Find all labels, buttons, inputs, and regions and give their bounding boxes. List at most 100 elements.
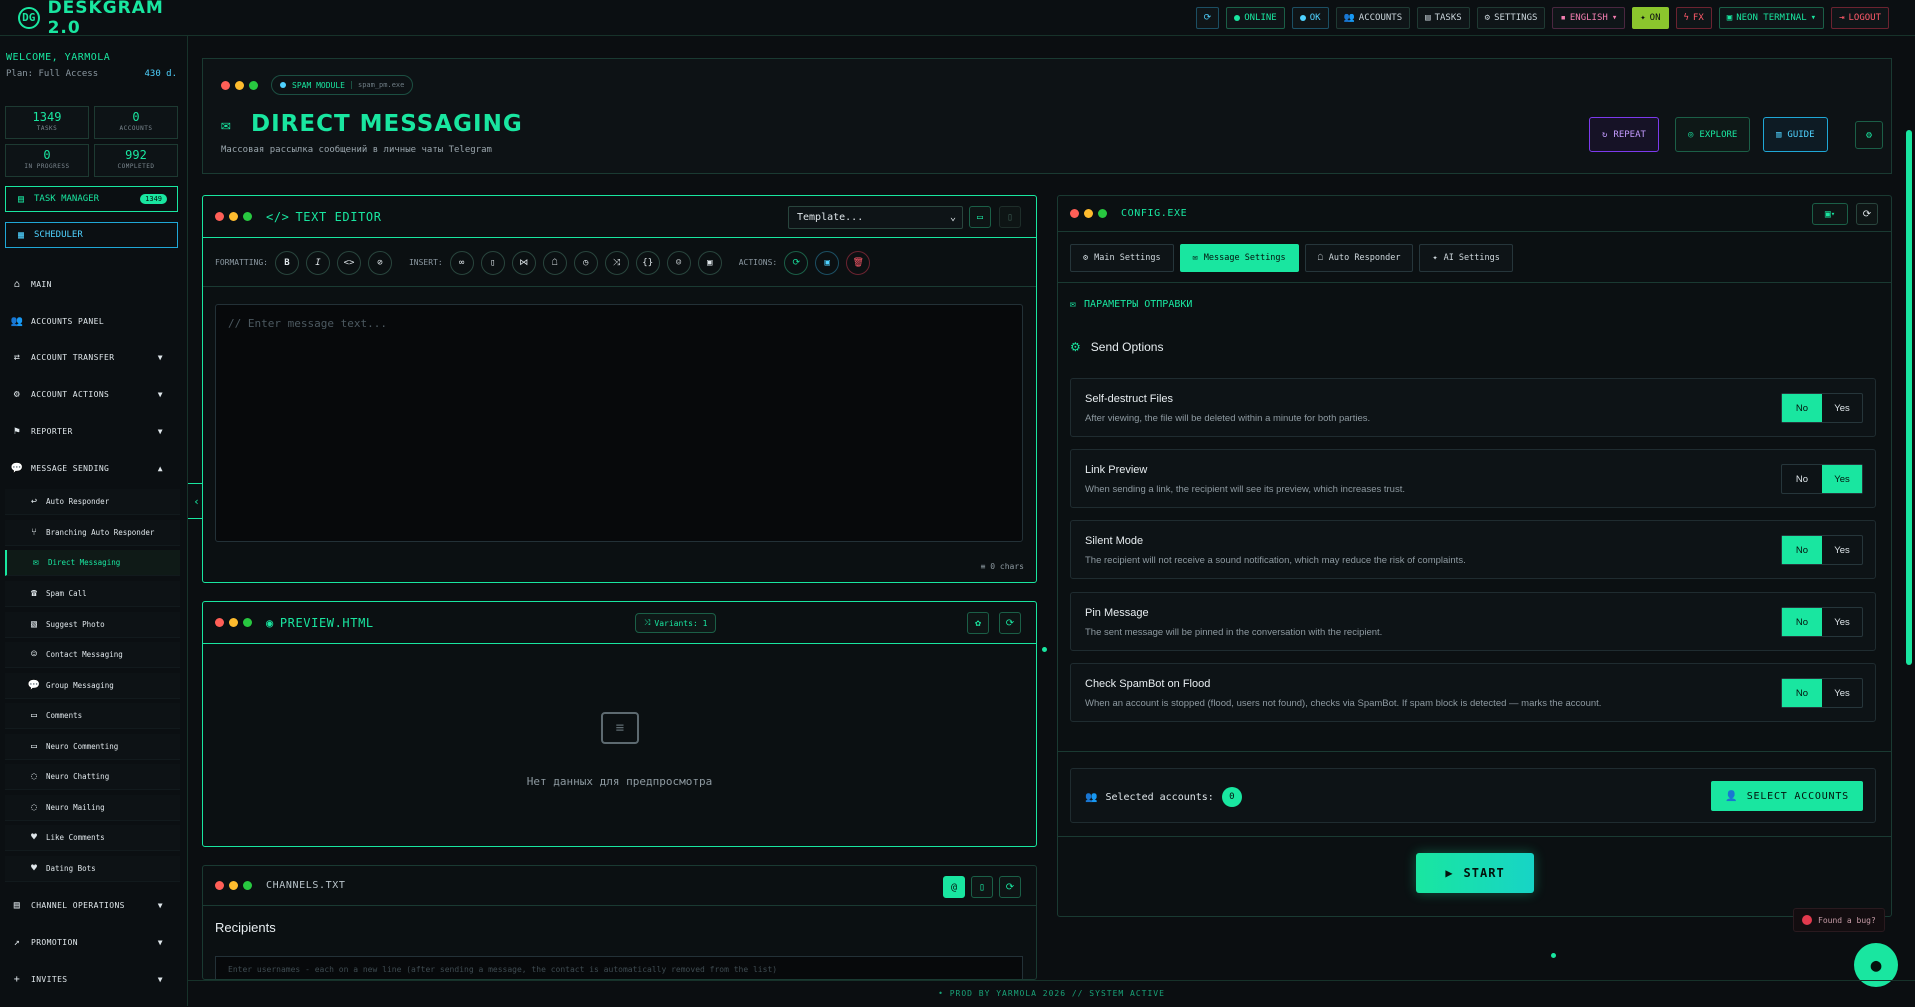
sidebar-item-direct-messaging[interactable]: ✉ Direct Messaging	[5, 550, 180, 576]
insert-file-button[interactable]: ▯	[480, 250, 505, 275]
bold-button[interactable]: B	[274, 250, 299, 275]
channel-action-button[interactable]: @	[943, 876, 965, 898]
tab-main-settings[interactable]: ⚙ Main Settings	[1070, 244, 1174, 272]
config-save-select[interactable]: ▣ ▾	[1812, 203, 1848, 225]
insert-variable-button[interactable]: {}	[635, 250, 660, 275]
nav-invites[interactable]: + INVITES ▼	[0, 965, 187, 993]
tab-ai-settings[interactable]: ✦ AI Settings	[1419, 244, 1513, 272]
sidebar-item-spam-call[interactable]: ☎ Spam Call	[5, 581, 180, 607]
on-toggle[interactable]: ✦ ON	[1632, 7, 1669, 29]
nav-main[interactable]: ⌂ MAIN	[0, 270, 187, 298]
nav-channel-operations[interactable]: ▤ CHANNEL OPERATIONS ▼	[0, 891, 187, 919]
select-accounts-button[interactable]: 👤 SELECT ACCOUNTS	[1711, 781, 1863, 811]
task-manager-button[interactable]: ▤ TASK MANAGER 1349	[5, 186, 178, 212]
sidebar-item-dating-bots[interactable]: ♥ Dating Bots	[5, 856, 180, 882]
guide-button[interactable]: ▥ GUIDE	[1763, 117, 1828, 152]
start-button[interactable]: ▶ START	[1416, 853, 1534, 893]
found-bug-button[interactable]: Found a bug?	[1793, 908, 1885, 932]
module-pill: SPAM MODULE spam_pm.exe	[271, 75, 414, 95]
page-subtitle: Массовая рассылка сообщений в личные чат…	[221, 145, 492, 155]
palette-button[interactable]: ✿	[967, 612, 989, 634]
scheduler-button[interactable]: ▦ SCHEDULER	[5, 222, 178, 248]
link-preview-toggle[interactable]: No Yes	[1781, 464, 1863, 494]
divider	[1058, 751, 1891, 752]
brand[interactable]: DG DESKGRAM 2.0	[0, 0, 200, 38]
insert-link-button[interactable]: ∞	[449, 250, 474, 275]
language-select[interactable]: ▪ ENGLISH ▾	[1552, 7, 1626, 29]
nav-account-transfer[interactable]: ⇄ ACCOUNT TRANSFER ▼	[0, 343, 187, 371]
insert-image-button[interactable]: ▣	[697, 250, 722, 275]
silent-mode-toggle[interactable]: No Yes	[1781, 535, 1863, 565]
no-option[interactable]: No	[1782, 608, 1822, 636]
recipients-input[interactable]: Enter usernames - each on a new line (af…	[215, 956, 1023, 979]
sidebar-item-suggest-photo[interactable]: ▧ Suggest Photo	[5, 612, 180, 638]
sidebar-item-contact-messaging[interactable]: ☺ Contact Messaging	[5, 642, 180, 668]
clear-button[interactable]: 🗑	[846, 250, 871, 275]
save-template-button[interactable]: ▯	[999, 206, 1021, 228]
page-scrollbar[interactable]	[1906, 130, 1912, 665]
self-destruct-toggle[interactable]: No Yes	[1781, 393, 1863, 423]
tab-message-settings[interactable]: ✉ Message Settings	[1179, 244, 1299, 272]
sidebar-item-group-messaging[interactable]: 💬 Group Messaging	[5, 673, 180, 699]
open-template-button[interactable]: ▭	[969, 206, 991, 228]
shuffle-icon: ⤨	[644, 618, 651, 627]
config-reset-button[interactable]: ⟳	[1856, 203, 1878, 225]
tasks-button[interactable]: ▤ TASKS	[1417, 7, 1470, 29]
message-text-input[interactable]: // Enter message text...	[215, 304, 1023, 542]
clipboard-icon: ▤	[1425, 13, 1431, 23]
save-button[interactable]: ▣	[815, 250, 840, 275]
sidebar-item-neuro-mailing[interactable]: ◌ Neuro Mailing	[5, 795, 180, 821]
no-option[interactable]: No	[1782, 679, 1822, 707]
module-header: SPAM MODULE spam_pm.exe ✉ DIRECT MESSAGI…	[202, 58, 1892, 174]
spoiler-button[interactable]: ⊘	[367, 250, 392, 275]
no-option[interactable]: No	[1782, 465, 1822, 493]
insert-emoji-button[interactable]: ☺	[666, 250, 691, 275]
sidebar-item-neuro-commenting[interactable]: ▭ Neuro Commenting	[5, 734, 180, 760]
italic-button[interactable]: I	[305, 250, 330, 275]
explore-button[interactable]: ◎ EXPLORE	[1675, 117, 1751, 152]
gear-icon: ⚙	[1865, 129, 1873, 141]
sidebar-item-auto-responder[interactable]: ↩ Auto Responder	[5, 489, 180, 515]
tab-auto-responder[interactable]: ☖ Auto Responder	[1304, 244, 1414, 272]
insert-time-button[interactable]: ◷	[573, 250, 598, 275]
channel-refresh-button[interactable]: ⟳	[999, 876, 1021, 898]
repeat-icon: ↻	[1602, 129, 1608, 140]
channel-file-button[interactable]: ▯	[971, 876, 993, 898]
logout-button[interactable]: ⇥ LOGOUT	[1831, 7, 1889, 29]
refresh-button[interactable]: ⟳	[784, 250, 809, 275]
no-option[interactable]: No	[1782, 394, 1822, 422]
sidebar-item-comments[interactable]: ▭ Comments	[5, 703, 180, 729]
yes-option[interactable]: Yes	[1822, 608, 1862, 636]
share-icon: ⋈	[519, 257, 529, 268]
nav-promotion[interactable]: ↗ PROMOTION ▼	[0, 928, 187, 956]
refresh-button[interactable]: ⟳	[1195, 7, 1220, 29]
nav-reporter[interactable]: ⚑ REPORTER ▼	[0, 417, 187, 445]
module-settings-button[interactable]: ⚙	[1855, 121, 1883, 149]
sidebar-item-branching-auto-responder[interactable]: ⑂ Branching Auto Responder	[5, 520, 180, 546]
sidebar-item-neuro-chatting[interactable]: ◌ Neuro Chatting	[5, 764, 180, 790]
fx-toggle[interactable]: ϟ FX	[1675, 7, 1712, 29]
template-select[interactable]: Template... ⌄	[788, 206, 963, 229]
insert-random-button[interactable]: ⤨	[604, 250, 629, 275]
yes-option[interactable]: Yes	[1822, 394, 1862, 422]
insert-share-button[interactable]: ⋈	[511, 250, 536, 275]
insert-bot-button[interactable]: ☖	[542, 250, 567, 275]
yes-option[interactable]: Yes	[1822, 536, 1862, 564]
no-option[interactable]: No	[1782, 536, 1822, 564]
pin-message-toggle[interactable]: No Yes	[1781, 607, 1863, 637]
settings-button[interactable]: ⚙ SETTINGS	[1476, 7, 1546, 29]
theme-select[interactable]: ▣ NEON TERMINAL ▾	[1718, 7, 1825, 29]
task-count-badge: 1349	[140, 194, 167, 204]
refresh-preview-button[interactable]: ⟳	[999, 612, 1021, 634]
binoculars-icon: ◎	[1688, 129, 1694, 140]
yes-option[interactable]: Yes	[1822, 679, 1862, 707]
nav-account-actions[interactable]: ⚙ ACCOUNT ACTIONS ▼	[0, 380, 187, 408]
code-button[interactable]: <>	[336, 250, 361, 275]
repeat-button[interactable]: ↻ REPEAT	[1589, 117, 1659, 152]
nav-message-sending[interactable]: 💬 MESSAGE SENDING ▲	[0, 454, 187, 482]
yes-option[interactable]: Yes	[1822, 465, 1862, 493]
sidebar-item-like-comments[interactable]: ♥ Like Comments	[5, 825, 180, 851]
check-spambot-toggle[interactable]: No Yes	[1781, 678, 1863, 708]
accounts-button[interactable]: 👥 ACCOUNTS	[1335, 7, 1411, 29]
nav-accounts-panel[interactable]: 👥 ACCOUNTS PANEL	[0, 307, 187, 335]
